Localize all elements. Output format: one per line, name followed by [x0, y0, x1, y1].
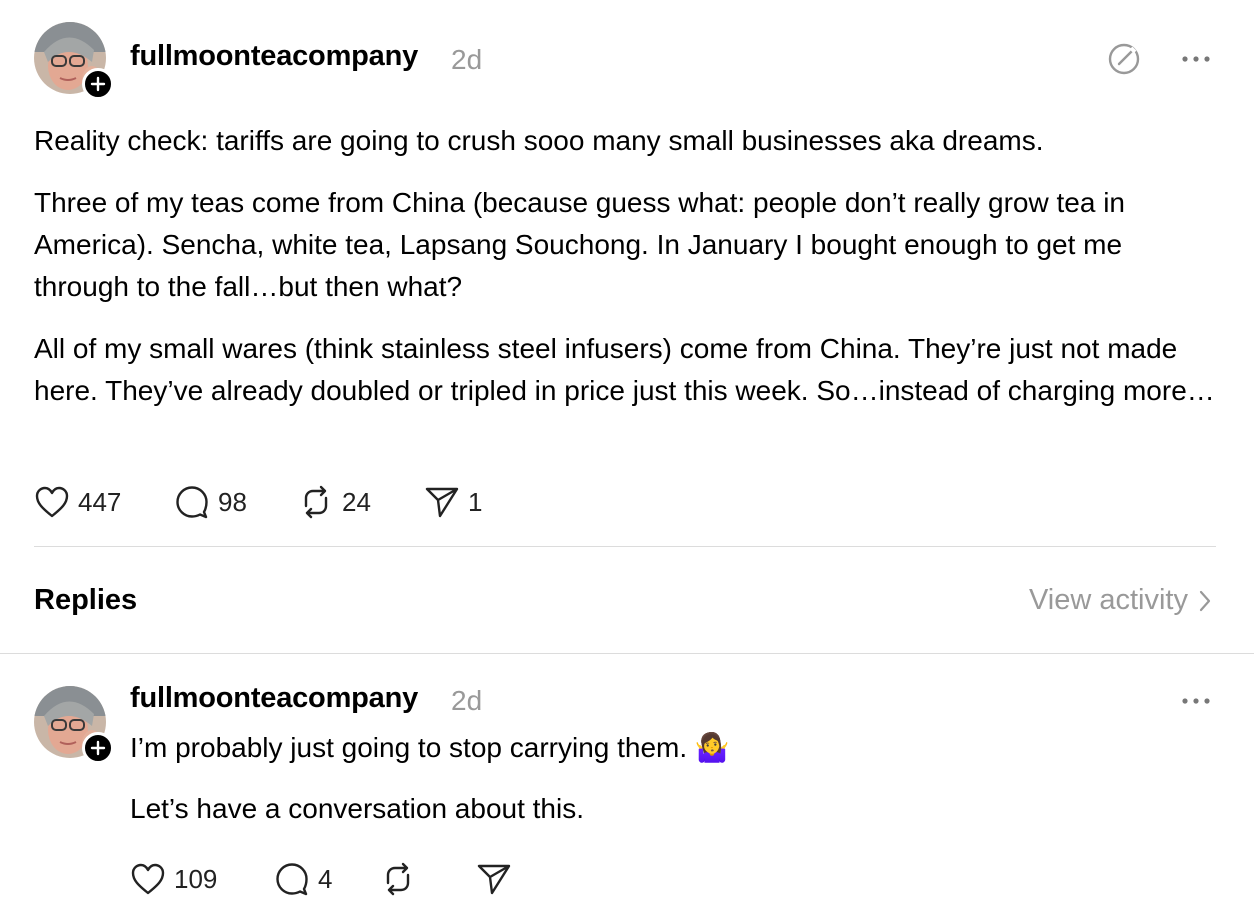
post-paragraph: Three of my teas come from China (becaus…: [34, 187, 1126, 302]
reply-line: Let’s have a conversation about this.: [130, 793, 585, 824]
reply-username[interactable]: fullmoonteacompany: [130, 682, 418, 715]
post-divider: [34, 546, 1216, 547]
post-paragraph: All of my small wares (think stainless s…: [34, 333, 1215, 406]
share-icon: [425, 487, 459, 518]
post-body: Reality check: tariffs are going to crus…: [34, 120, 1224, 432]
edit-circle-icon[interactable]: [1106, 41, 1142, 77]
comment-icon: [276, 863, 308, 896]
replies-heading: Replies: [34, 584, 138, 616]
reply-actions: 109 4: [130, 861, 536, 897]
like-button[interactable]: 447: [34, 485, 174, 519]
post-paragraph: Reality check: tariffs are going to crus…: [34, 125, 1044, 156]
comment-button[interactable]: 4: [274, 861, 380, 897]
replies-divider: [0, 653, 1254, 654]
share-icon: [477, 864, 511, 895]
like-count: 109: [174, 863, 218, 894]
comment-count: 4: [318, 863, 333, 894]
share-count: 1: [468, 486, 483, 517]
post-username[interactable]: fullmoonteacompany: [130, 40, 418, 73]
reply-avatar[interactable]: [34, 686, 114, 764]
post-avatar[interactable]: [34, 22, 114, 100]
view-activity-label: View activity: [1028, 584, 1188, 616]
repost-icon: [304, 485, 328, 519]
post-actions: 447 98 24 1: [34, 484, 504, 520]
view-activity-link[interactable]: View activity: [1029, 584, 1212, 617]
follow-plus-icon[interactable]: [82, 68, 114, 100]
share-button[interactable]: 1: [424, 485, 504, 519]
repost-button[interactable]: [380, 861, 476, 897]
more-icon[interactable]: [1180, 686, 1212, 716]
like-count: 447: [78, 486, 122, 517]
repost-button[interactable]: 24: [298, 484, 424, 520]
more-icon[interactable]: [1180, 44, 1212, 74]
like-button[interactable]: 109: [130, 862, 274, 896]
reply-line: I’m probably just going to stop carrying…: [130, 732, 730, 763]
chevron-right-icon: [1199, 590, 1211, 611]
heart-icon: [35, 486, 69, 518]
reply-timestamp[interactable]: 2d: [451, 685, 482, 717]
follow-plus-icon[interactable]: [82, 732, 114, 764]
repost-icon: [386, 862, 410, 896]
heart-icon: [131, 863, 165, 895]
comment-icon: [176, 486, 208, 519]
share-button[interactable]: [476, 862, 536, 896]
comment-count: 98: [218, 486, 247, 517]
post-timestamp[interactable]: 2d: [451, 44, 482, 76]
comment-button[interactable]: 98: [174, 484, 298, 520]
repost-count: 24: [342, 486, 371, 517]
